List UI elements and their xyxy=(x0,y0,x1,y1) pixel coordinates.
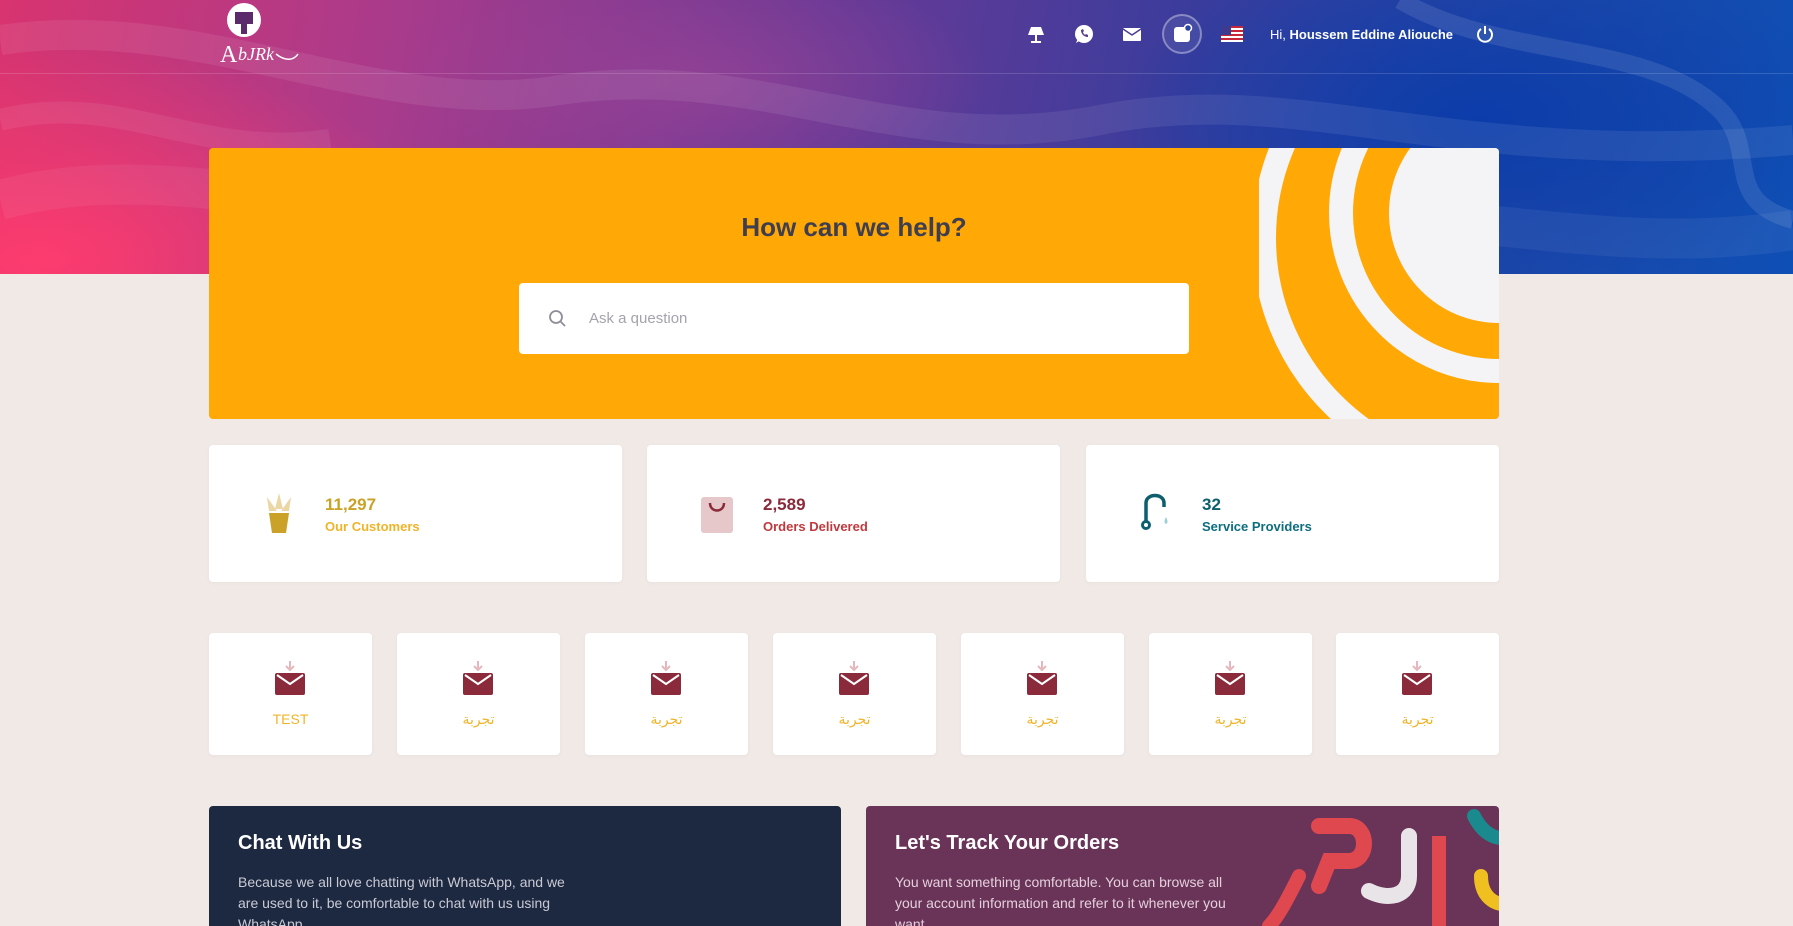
search-box[interactable] xyxy=(519,283,1189,354)
inbox-mail-icon xyxy=(1215,661,1245,695)
category-label: TEST xyxy=(272,711,309,727)
search-icon xyxy=(549,309,566,327)
category-tile[interactable]: تجربة xyxy=(961,633,1124,755)
greeting-prefix: Hi, xyxy=(1270,26,1290,42)
track-title: Let's Track Your Orders xyxy=(895,832,1120,854)
category-label: تجربة xyxy=(462,711,495,727)
decorative-rings xyxy=(1259,148,1499,419)
chat-title: Chat With Us xyxy=(238,832,363,854)
brand-logo[interactable]: A bJRk xyxy=(216,2,302,70)
notification-icon[interactable] xyxy=(1162,14,1202,54)
svg-text:bJRk: bJRk xyxy=(238,44,275,64)
stat-label: Service Providers xyxy=(1202,519,1312,534)
category-tile[interactable]: تجربة xyxy=(773,633,936,755)
inbox-mail-icon xyxy=(1027,661,1057,695)
plant-icon xyxy=(267,493,291,533)
category-tile[interactable]: تجربة xyxy=(1336,633,1499,755)
category-label: تجربة xyxy=(650,711,683,727)
chat-description: Because we all love chatting with WhatsA… xyxy=(238,874,565,926)
category-label: تجربة xyxy=(1214,711,1247,727)
search-input[interactable] xyxy=(589,310,1149,327)
track-description: You want something comfortable. You can … xyxy=(895,874,1226,926)
category-tiles: TEST تجربة تجربة تجربة تجربة تجربة تجربة xyxy=(209,633,1499,755)
category-tile[interactable]: تجربة xyxy=(1149,633,1312,755)
category-label: تجربة xyxy=(838,711,871,727)
category-label: تجربة xyxy=(1401,711,1434,727)
chat-with-us-card[interactable]: Chat With Us Because we all love chattin… xyxy=(209,806,841,926)
stat-card-customers: 11,297 Our Customers xyxy=(209,445,622,582)
whatsapp-icon[interactable] xyxy=(1066,16,1102,52)
svg-text:A: A xyxy=(220,42,238,68)
category-tile[interactable]: تجربة xyxy=(397,633,560,755)
category-tile[interactable]: تجربة xyxy=(585,633,748,755)
inbox-mail-icon xyxy=(463,661,493,695)
stat-label: Our Customers xyxy=(325,519,420,534)
navbar-actions: Hi, Houssem Eddine Aliouche xyxy=(1006,14,1793,54)
help-banner: How can we help? xyxy=(209,148,1499,419)
top-navbar: A bJRk Hi, Houssem Eddine Aliouche xyxy=(0,0,1793,74)
inbox-mail-icon xyxy=(1402,661,1432,695)
lamp-icon[interactable] xyxy=(1018,16,1054,52)
stat-value: 11,297 xyxy=(325,495,377,514)
inbox-mail-icon xyxy=(651,661,681,695)
shopping-bag-icon xyxy=(701,497,733,533)
decorative-shapes xyxy=(1262,809,1499,926)
stat-value: 2,589 xyxy=(763,495,806,514)
user-greeting: Hi, Houssem Eddine Aliouche xyxy=(1270,27,1453,42)
category-tile[interactable]: TEST xyxy=(209,633,372,755)
power-icon[interactable] xyxy=(1467,16,1503,52)
stat-value: 32 xyxy=(1202,495,1221,514)
faucet-icon xyxy=(1141,493,1168,530)
mail-icon[interactable] xyxy=(1114,16,1150,52)
us-flag-icon[interactable] xyxy=(1214,16,1250,52)
stat-card-orders: 2,589 Orders Delivered xyxy=(647,445,1060,582)
stat-card-providers: 32 Service Providers xyxy=(1086,445,1499,582)
track-orders-card[interactable]: Let's Track Your Orders You want somethi… xyxy=(866,806,1499,926)
inbox-mail-icon xyxy=(839,661,869,695)
help-title: How can we help? xyxy=(741,212,967,242)
stat-label: Orders Delivered xyxy=(763,519,868,534)
stats-row: 11,297 Our Customers 2,589 Orders Delive… xyxy=(209,445,1499,582)
user-name: Houssem Eddine Aliouche xyxy=(1289,26,1454,42)
inbox-mail-icon xyxy=(275,661,305,695)
category-label: تجربة xyxy=(1026,711,1059,727)
